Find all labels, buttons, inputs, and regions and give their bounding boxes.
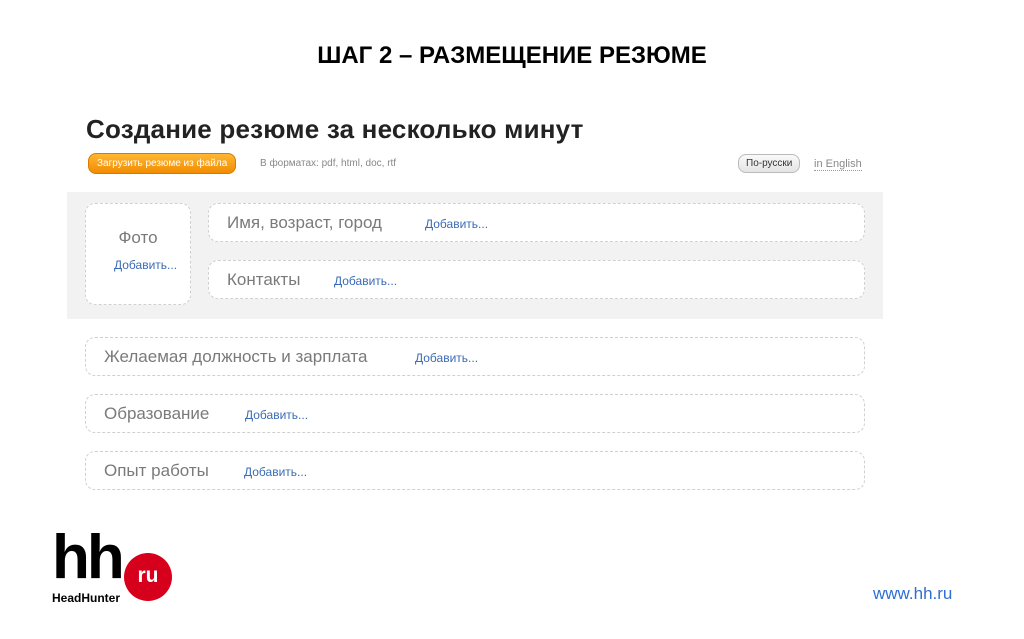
section-label: Опыт работы (104, 461, 209, 480)
desired-position-section: Желаемая должность и зарплата Добавить..… (85, 337, 865, 376)
name-age-city-section: Имя, возраст, город Добавить... (208, 203, 865, 242)
add-desired-position-link[interactable]: Добавить... (415, 351, 478, 365)
page-title: Создание резюме за несколько минут (86, 114, 584, 144)
section-label: Контакты (227, 270, 301, 289)
logo-subtitle: HeadHunter (52, 591, 121, 605)
work-experience-section: Опыт работы Добавить... (85, 451, 865, 490)
add-name-age-city-link[interactable]: Добавить... (425, 217, 488, 231)
section-label: Желаемая должность и зарплата (104, 347, 368, 366)
section-label: Образование (104, 404, 210, 423)
formats-note: В форматах: pdf, html, doc, rtf (260, 158, 397, 169)
logo-ru-badge: ru (124, 553, 172, 601)
add-work-experience-link[interactable]: Добавить... (244, 465, 307, 479)
headhunter-logo: hh ru HeadHunter (52, 523, 192, 610)
language-english-link[interactable]: in English (814, 158, 862, 171)
add-education-link[interactable]: Добавить... (245, 408, 308, 422)
add-photo-link[interactable]: Добавить... (114, 258, 177, 272)
slide-title: ШАГ 2 – РАЗМЕЩЕНИЕ РЕЗЮМЕ (317, 42, 707, 69)
upload-resume-button[interactable]: Загрузить резюме из файла (88, 153, 237, 174)
section-label: Имя, возраст, город (227, 213, 382, 232)
logo-hh-text: hh (52, 523, 125, 592)
photo-section: Фото Добавить... (85, 203, 191, 305)
photo-label: Фото (118, 228, 158, 247)
language-russian-button[interactable]: По-русски (738, 154, 801, 173)
add-contacts-link[interactable]: Добавить... (334, 274, 397, 288)
website-link[interactable]: www.hh.ru (873, 584, 952, 604)
contacts-section: Контакты Добавить... (208, 260, 865, 299)
education-section: Образование Добавить... (85, 394, 865, 433)
